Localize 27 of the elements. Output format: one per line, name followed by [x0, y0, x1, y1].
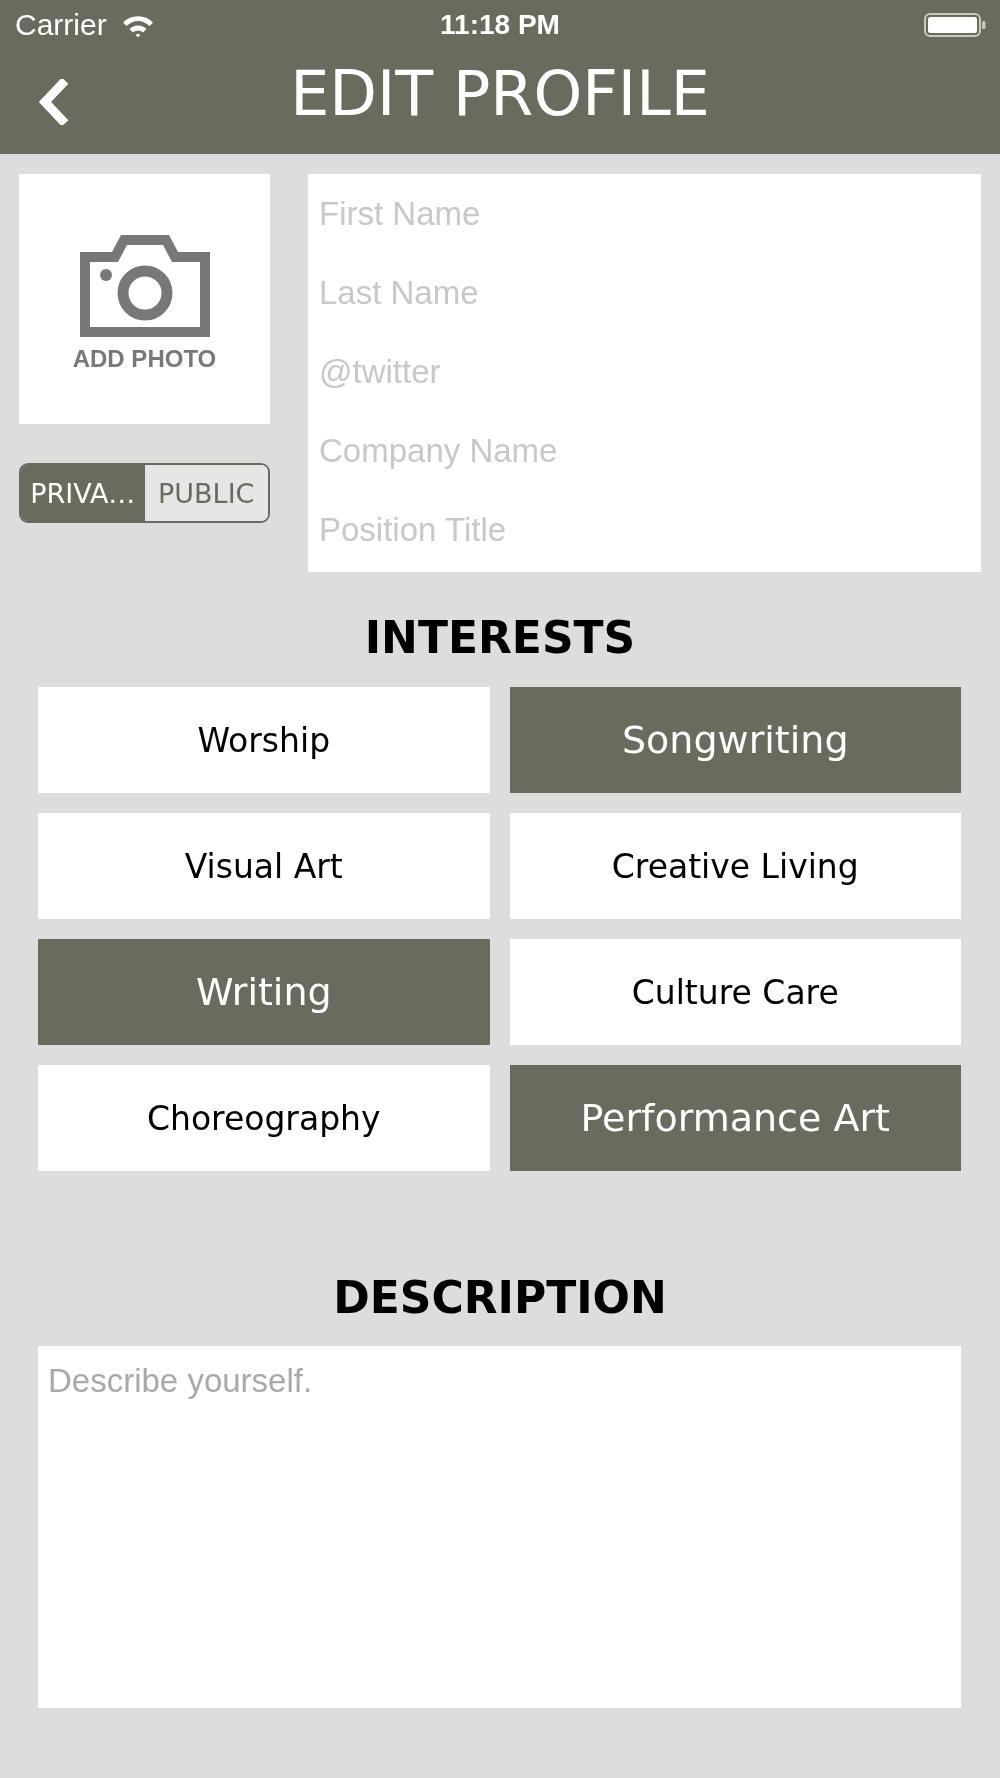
- interest-tile[interactable]: Performance Art: [509, 1065, 961, 1171]
- chevron-left-icon: [36, 79, 70, 125]
- wifi-icon: [121, 13, 154, 37]
- screen-title: EDIT PROFILE: [290, 59, 710, 129]
- text-field[interactable]: First Name: [319, 194, 719, 234]
- interest-tile[interactable]: Worship: [38, 687, 490, 793]
- toggle-segment[interactable]: PUBLIC: [144, 465, 268, 521]
- back-button[interactable]: [36, 79, 70, 125]
- interest-tile[interactable]: Writing: [38, 939, 490, 1045]
- battery-icon: [924, 13, 986, 37]
- interest-tile[interactable]: Choreography: [38, 1065, 490, 1171]
- text-field[interactable]: Position Title: [319, 510, 719, 550]
- interest-tile[interactable]: Culture Care: [509, 939, 961, 1045]
- status-time: 11:18 PM: [440, 9, 560, 41]
- description-field[interactable]: Describe yourself.: [38, 1346, 961, 1708]
- interest-tile[interactable]: Songwriting: [509, 687, 961, 793]
- text-field[interactable]: @twitter: [319, 352, 719, 392]
- add-photo-button[interactable]: ADD PHOTO: [19, 174, 270, 424]
- text-field[interactable]: Company Name: [319, 431, 719, 471]
- section-heading: INTERESTS: [364, 611, 636, 665]
- interest-tile[interactable]: Creative Living: [509, 813, 961, 919]
- toggle-segment[interactable]: PRIVA…: [21, 465, 145, 521]
- interest-tile[interactable]: Visual Art: [38, 813, 490, 919]
- camera-icon: [79, 235, 210, 337]
- carrier-name: Carrier: [15, 8, 107, 42]
- section-heading: DESCRIPTION: [333, 1271, 667, 1325]
- text-field[interactable]: Last Name: [319, 273, 719, 313]
